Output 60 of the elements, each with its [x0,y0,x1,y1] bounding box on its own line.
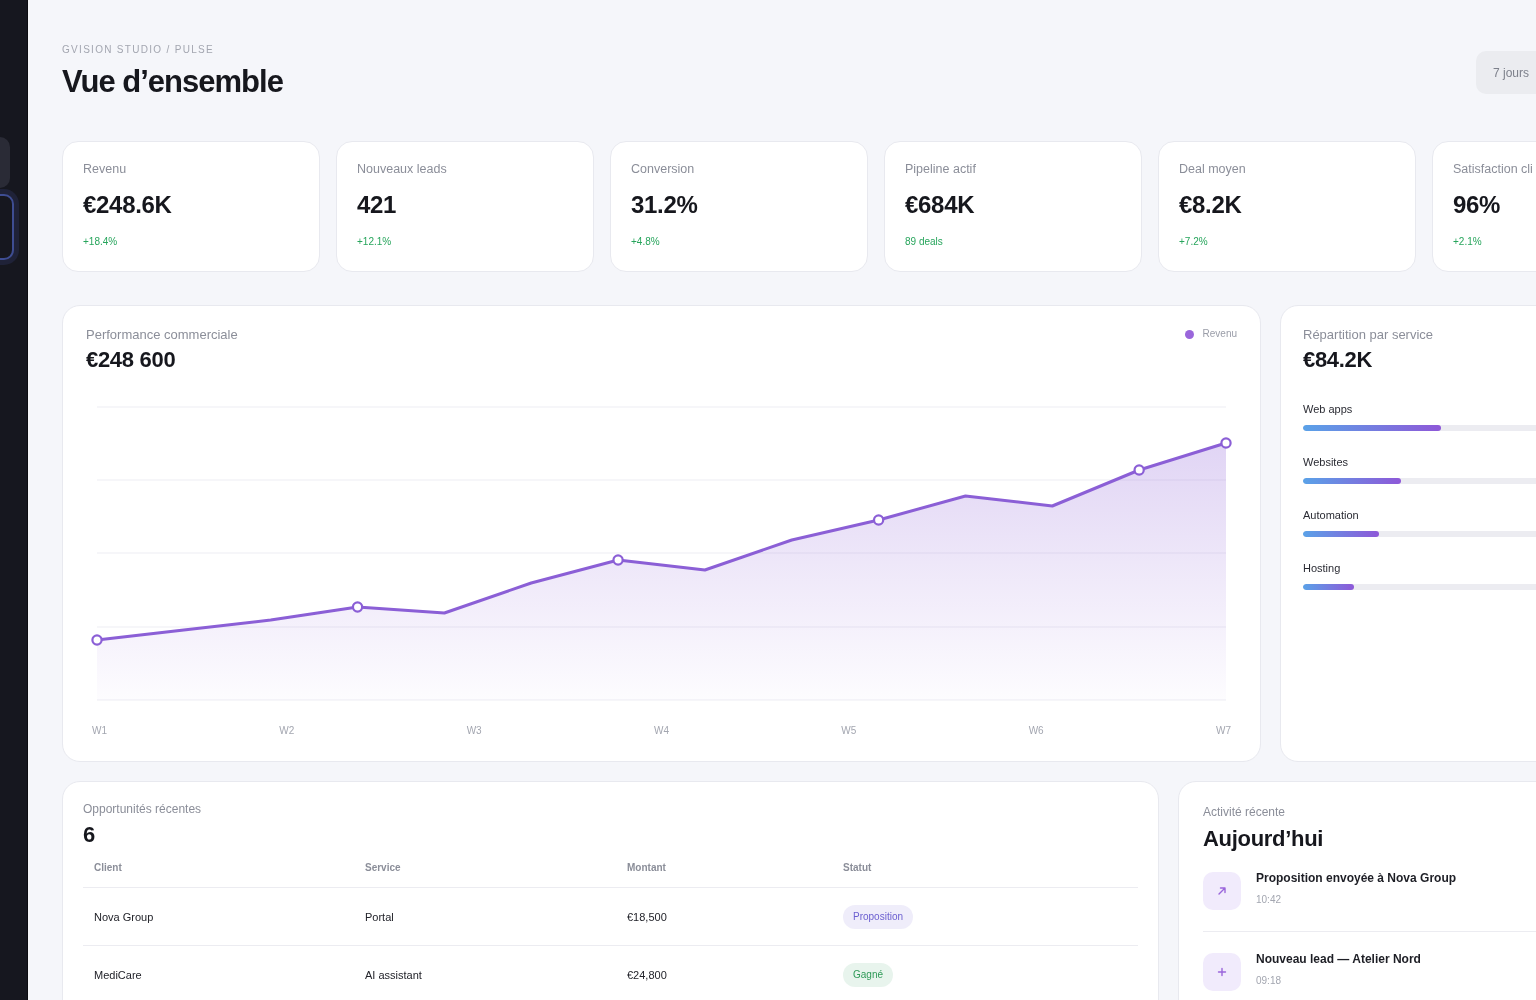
table-cell: Portal [365,909,394,924]
status-badge: Gagné [843,962,894,987]
service-label: Automation [1303,509,1359,522]
kpi-value: €248.6K [83,190,172,219]
table-cell: Nova Group [94,909,154,924]
axis-label: W3 [466,725,482,737]
activity-time: 10:42 [1256,894,1282,906]
card-label: Activité récente [1203,805,1286,820]
kpi-value: €684K [905,190,975,219]
kpi-change: +7.2% [1179,236,1208,248]
kpi-value: 421 [357,190,397,219]
axis-label: W4 [654,725,669,737]
kpi-label: Revenu [83,161,127,177]
axis-label: W6 [1028,725,1044,737]
axis-label: W1 [92,725,107,737]
card-label: Performance commerciale [86,327,238,343]
arrow-up-right-icon [1203,872,1241,910]
breadcrumb: GVISION STUDIO / PULSE [62,44,214,56]
plus-icon [1203,953,1241,991]
table-cell: €24,800 [627,967,667,982]
legend-label: Revenu [1202,328,1237,340]
axis-label: W7 [1215,725,1231,737]
column-header: Client [94,862,122,874]
activity-time: 09:18 [1256,975,1282,987]
chart-total: €248 600 [86,347,176,373]
table-cell: MediCare [94,967,142,982]
column-header: Service [365,862,401,874]
service-label: Websites [1303,456,1349,469]
legend-dot-icon [1184,329,1194,339]
kpi-change: +18.4% [83,236,118,248]
date-range-button[interactable]: 7 jours [1475,51,1536,94]
kpi-label: Pipeline actif [905,161,976,177]
table-cell: €18,500 [627,909,667,924]
kpi-label: Satisfaction cli [1453,161,1533,177]
kpi-change: +12.1% [357,236,392,248]
kpi-change: 89 deals [905,236,943,248]
column-header: Montant [627,862,666,874]
kpi-change: +2.1% [1453,236,1482,248]
table-cell: AI assistant [365,967,422,982]
service-label: Web apps [1303,403,1353,416]
axis-label: W2 [279,725,295,737]
activity-title: Nouveau lead — Atelier Nord [1256,952,1421,967]
service-label: Hosting [1303,562,1341,575]
kpi-value: 31.2% [631,190,698,219]
kpi-label: Nouveaux leads [357,161,447,177]
activity-title: Proposition envoyée à Nova Group [1256,871,1457,886]
page-title: Vue d’ensemble [62,63,283,101]
opportunity-count: 6 [83,822,95,848]
status-badge: Proposition [843,904,914,929]
card-label: Opportunités récentes [83,802,202,817]
kpi-value: 96% [1453,190,1501,219]
kpi-label: Deal moyen [1179,161,1246,177]
activity-heading: Aujourd’hui [1203,826,1324,852]
kpi-value: €8.2K [1179,190,1242,219]
service-total: €84.2K [1303,347,1373,373]
axis-label: W5 [841,725,857,737]
kpi-change: +4.8% [631,236,660,248]
kpi-label: Conversion [631,161,695,177]
card-label: Répartition par service [1303,327,1434,343]
column-header: Statut [843,862,872,874]
